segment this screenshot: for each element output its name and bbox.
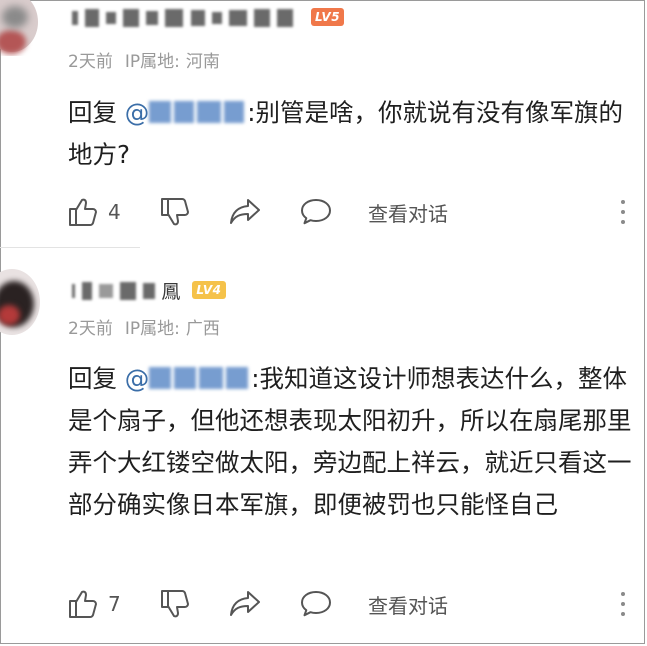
username-redacted — [72, 7, 295, 27]
share-button[interactable] — [228, 589, 262, 619]
like-button[interactable]: 4 — [68, 197, 121, 227]
thumbs-down-icon — [160, 197, 192, 227]
avatar[interactable] — [0, 0, 40, 56]
ip-label: IP属地: — [124, 52, 180, 72]
mention-link[interactable]: @ — [125, 364, 252, 393]
comment-divider — [0, 247, 140, 248]
comment-time: 2天前 — [68, 52, 113, 72]
comment-bubble-icon — [300, 197, 332, 227]
thumbs-up-icon — [68, 589, 100, 619]
ip-label: IP属地: — [124, 319, 180, 339]
dislike-button[interactable] — [160, 197, 192, 227]
like-count: 7 — [108, 592, 121, 616]
view-conversation-link[interactable]: 查看对话 — [368, 197, 448, 227]
dislike-button[interactable] — [160, 589, 192, 619]
comment-button[interactable] — [300, 589, 332, 619]
share-button[interactable] — [228, 197, 262, 227]
level-badge: LV4 — [192, 281, 226, 299]
more-vertical-icon[interactable] — [618, 589, 628, 619]
comment-meta: 2天前 IP属地: 广西 — [68, 314, 232, 339]
comment-actions: 7 查看对话 — [68, 589, 628, 619]
thumbs-up-icon — [68, 197, 100, 227]
mention-link[interactable]: @ — [125, 98, 248, 127]
avatar[interactable] — [0, 265, 40, 335]
comment-actions: 4 查看对话 — [68, 197, 628, 227]
level-badge: LV5 — [310, 8, 345, 26]
share-arrow-icon — [228, 589, 262, 619]
comment-body: 回复 @:我知道这设计师想表达什么，整体是个扇子，但他还想表现太阳初升，所以在扇… — [68, 358, 633, 526]
comment-body: 回复 @:别管是啥，你就说有没有像军旗的地方? — [68, 92, 633, 176]
mention-redacted — [149, 94, 247, 123]
ip-location: 广西 — [185, 319, 220, 339]
mention-redacted — [149, 360, 251, 389]
comment-button[interactable] — [300, 197, 332, 227]
comment-meta: 2天前 IP属地: 河南 — [68, 47, 232, 72]
more-vertical-icon[interactable] — [618, 197, 628, 227]
comment-bubble-icon — [300, 589, 332, 619]
username-suffix: 鳳 — [161, 280, 181, 303]
username[interactable]: LV5 — [72, 4, 345, 30]
thumbs-down-icon — [160, 589, 192, 619]
like-count: 4 — [108, 200, 121, 224]
ip-location: 河南 — [185, 52, 220, 72]
like-button[interactable]: 7 — [68, 589, 121, 619]
username-redacted — [72, 280, 157, 300]
mention-at: @ — [124, 98, 150, 127]
comment-time: 2天前 — [68, 319, 113, 339]
view-conversation-link[interactable]: 查看对话 — [368, 589, 448, 619]
share-arrow-icon — [228, 197, 262, 227]
username[interactable]: 鳳 LV4 — [72, 277, 226, 303]
reply-prefix: 回复 — [68, 98, 117, 127]
reply-prefix: 回复 — [68, 364, 117, 393]
mention-at: @ — [124, 364, 150, 393]
